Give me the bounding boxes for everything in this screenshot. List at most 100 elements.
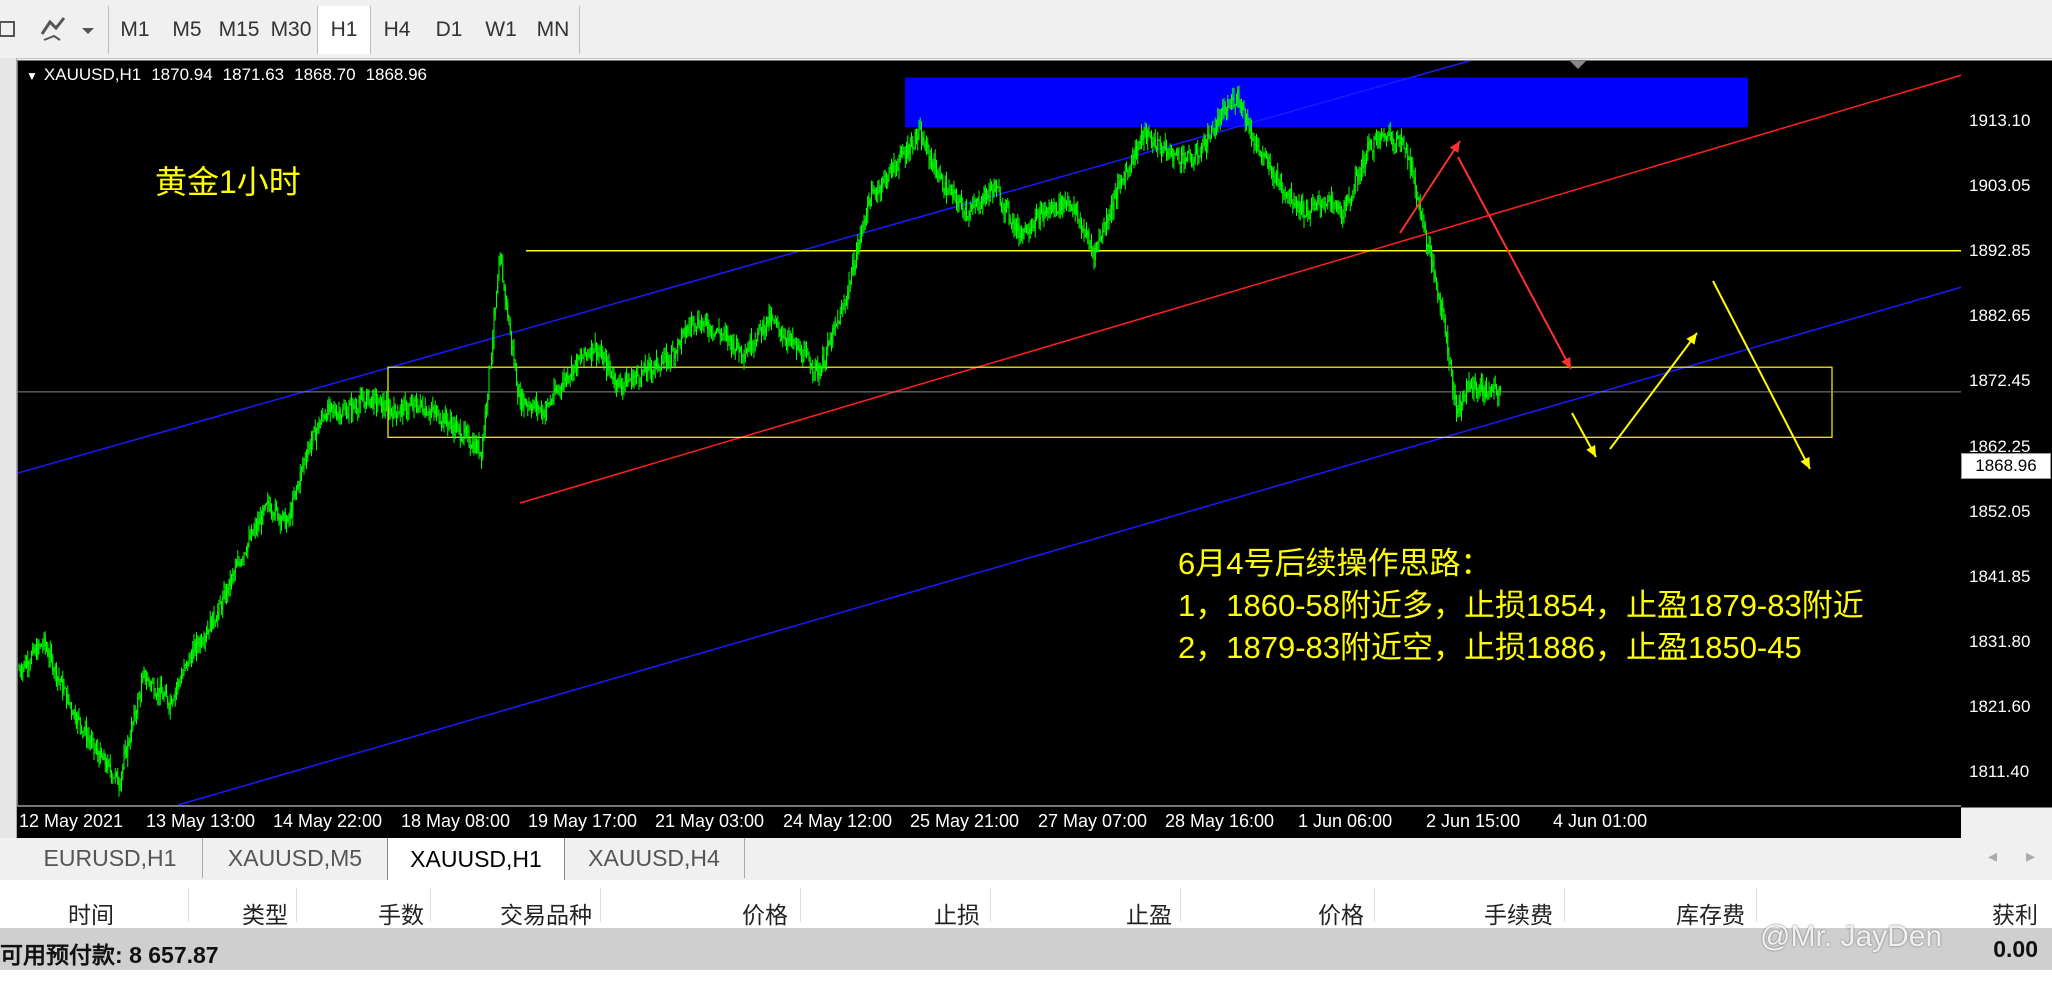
candle-body [613, 374, 615, 381]
candle-body [1334, 201, 1336, 203]
candle-body [504, 285, 506, 301]
candle-body [712, 333, 714, 335]
candle-body [1466, 382, 1467, 396]
candle-body [994, 181, 996, 193]
candle-body [466, 431, 467, 433]
tab-xauusd-h4[interactable]: XAUUSD,H4 [564, 838, 745, 878]
column-swap[interactable]: 库存费 [1676, 896, 1745, 930]
candle-body [1343, 207, 1345, 220]
symbol-label: XAUUSD,H1 [43, 65, 142, 84]
candle-body [552, 399, 554, 402]
timeframe-m5[interactable]: M5 [161, 6, 213, 54]
candle-body [307, 450, 309, 458]
candle-body [92, 738, 94, 740]
candle-body [718, 328, 720, 333]
candle-body [997, 186, 999, 189]
timeframe-m30[interactable]: M30 [265, 6, 317, 54]
candle-body [1277, 171, 1279, 181]
collapse-triangle-icon[interactable]: ▼ [26, 69, 38, 83]
candle-body [187, 661, 189, 667]
column-symbol[interactable]: 交易品种 [500, 896, 592, 930]
candle-body [313, 427, 315, 432]
candle-body [911, 139, 912, 145]
column-price[interactable]: 价格 [742, 896, 788, 930]
candle-body [534, 401, 536, 408]
tabs-scroll-left-icon[interactable]: ◂ [1988, 846, 1997, 867]
tab-xauusd-m5[interactable]: XAUUSD,M5 [203, 838, 388, 878]
candle-body [166, 691, 167, 697]
timeframe-mn[interactable]: MN [527, 6, 579, 54]
candle-body [1389, 131, 1391, 140]
candle-body [34, 647, 36, 653]
candle-body [463, 428, 465, 440]
tabs-scroll-right-icon[interactable]: ▸ [2026, 846, 2035, 867]
candle-body [626, 374, 627, 387]
candle-body [1396, 139, 1397, 146]
candle-body [964, 208, 966, 215]
stop-icon[interactable] [0, 14, 16, 44]
candle-body [66, 688, 67, 704]
candle-body [697, 317, 699, 327]
column-stop-loss[interactable]: 止损 [934, 896, 980, 930]
candle-body [48, 656, 50, 659]
candle-body [597, 351, 599, 357]
free-margin-label: 可用预付款: [0, 942, 123, 968]
timeframe-w1[interactable]: W1 [475, 6, 527, 54]
candle-body [202, 642, 204, 645]
timeframe-m15[interactable]: M15 [213, 6, 265, 54]
tab-xauusd-h1[interactable]: XAUUSD,H1 [387, 838, 565, 881]
candle-body [107, 760, 109, 770]
timeframe-h1[interactable]: H1 [317, 6, 371, 54]
candle-body [327, 404, 329, 420]
yellow-up-arrow-head [1686, 333, 1697, 345]
timeframe-d1[interactable]: D1 [423, 6, 475, 54]
candle-body [351, 402, 352, 414]
price-axis[interactable]: 1913.10 1903.05 1892.85 1882.65 1872.45 … [1961, 60, 2052, 808]
candle-body [797, 344, 799, 350]
candle-body [1182, 152, 1184, 156]
column-volume[interactable]: 手数 [378, 896, 424, 930]
candle-body [518, 392, 520, 397]
timeframe-h4[interactable]: H4 [371, 6, 423, 54]
column-commission[interactable]: 手续费 [1484, 896, 1553, 930]
candle-body [224, 590, 226, 601]
candle-body [723, 331, 725, 335]
candle-body [636, 371, 637, 375]
candle-body [1022, 229, 1024, 238]
profit-total: 0.00 [1993, 936, 2038, 962]
free-margin-value: 8 657.87 [129, 942, 219, 968]
line-studies-icon[interactable] [38, 14, 94, 44]
candle-body [261, 517, 262, 525]
candle-body [1486, 383, 1487, 396]
red-up-arrow-head [1449, 141, 1460, 153]
candle-body [86, 726, 87, 741]
candle-body [852, 261, 854, 274]
candle-body [913, 148, 915, 150]
column-current-price[interactable]: 价格 [1318, 896, 1364, 930]
column-profit[interactable]: 获利 [1992, 896, 2038, 930]
candle-body [496, 292, 497, 308]
price-chart[interactable]: ▼ XAUUSD,H1 1870.94 1871.63 1868.70 1868.96 黄… [17, 60, 1963, 806]
candle-body [1194, 153, 1196, 162]
candle-body [727, 333, 729, 342]
timeframe-m1[interactable]: M1 [109, 6, 161, 54]
candle-body [1142, 131, 1144, 141]
candle-body [367, 391, 369, 396]
candle-body [851, 273, 852, 284]
candle-body [1426, 229, 1427, 245]
candle-body [832, 328, 834, 345]
candle-body [1317, 199, 1319, 202]
column-take-profit[interactable]: 止盈 [1126, 896, 1172, 930]
column-type[interactable]: 类型 [242, 896, 288, 930]
candle-body [1156, 147, 1157, 151]
price-tick-label: 1892.85 [1969, 241, 2031, 260]
navigator-edge [0, 58, 17, 840]
column-time[interactable]: 时间 [68, 896, 114, 930]
candle-body [1071, 206, 1072, 211]
time-axis[interactable]: 12 May 2021 13 May 13:00 14 May 22:00 18… [17, 806, 1961, 839]
candle-body [744, 353, 746, 360]
candle-body [168, 705, 170, 710]
candle-body [388, 404, 390, 415]
candle-body [549, 401, 551, 405]
tab-eurusd-h1[interactable]: EURUSD,H1 [18, 838, 203, 878]
